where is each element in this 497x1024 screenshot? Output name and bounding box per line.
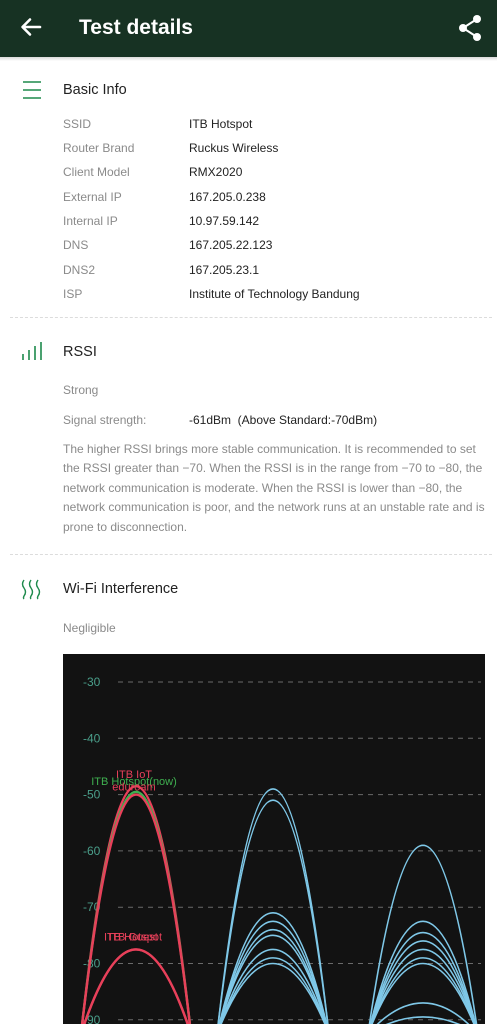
- series-label: eduroam: [112, 782, 155, 794]
- section-divider: [10, 554, 492, 555]
- external-ip-value: 167.205.0.238: [189, 190, 266, 204]
- signal-bars-icon: [22, 342, 42, 360]
- waves-icon: [21, 579, 41, 600]
- router-brand-value: Ruckus Wireless: [189, 141, 279, 155]
- list-icon: [23, 81, 41, 99]
- y-tick-label: -60: [83, 844, 101, 858]
- interference-chart-svg: -30-40-50-60-70-80-90ITB IoTITB Hotspot(…: [80, 675, 481, 1024]
- series-curve: [376, 1002, 470, 1024]
- interference-chart: -30 -40 -50 -60 -70 -80 -90 ITB IoT ITB Hotspot(…: [63, 654, 485, 1024]
- isp-value: Institute of Technology Bandung: [189, 287, 360, 301]
- dns2-label: DNS2: [63, 263, 96, 277]
- series-label: ITB Hotspot: [104, 931, 162, 943]
- external-ip-label: External IP: [63, 190, 122, 204]
- rssi-title: RSSI: [63, 344, 97, 360]
- section-divider: [10, 317, 492, 318]
- router-brand-label: Router Brand: [63, 141, 135, 155]
- signal-strength-value: -61dBm (Above Standard:-70dBm): [189, 413, 378, 427]
- ssid-label: SSID: [63, 117, 92, 131]
- app-bar-shadow: [0, 57, 497, 61]
- dns-value: 167.205.22.123: [189, 238, 273, 252]
- y-tick-label: -50: [83, 788, 101, 802]
- page-title: Test details: [79, 16, 193, 39]
- y-tick-label: -40: [83, 731, 101, 745]
- signal-strength-label: Signal strength:: [63, 413, 147, 427]
- dns2-value: 167.205.23.1: [189, 263, 260, 277]
- series-curve: [217, 788, 329, 1024]
- ssid-value: ITB Hotspot: [189, 117, 253, 131]
- share-icon[interactable]: [457, 14, 483, 42]
- basic-info-title: Basic Info: [63, 82, 127, 98]
- y-tick-label: -30: [83, 675, 101, 689]
- series-curve: [219, 948, 327, 1024]
- client-model-value: RMX2020: [189, 165, 243, 179]
- dns-label: DNS: [63, 238, 89, 252]
- arrow-left-icon[interactable]: [18, 14, 44, 40]
- rssi-status: Strong: [63, 383, 99, 397]
- internal-ip-label: Internal IP: [63, 214, 118, 228]
- isp-label: ISP: [63, 287, 83, 301]
- wifi-interference-title: Wi-Fi Interference: [63, 581, 179, 597]
- y-tick-label: -80: [83, 957, 101, 971]
- interference-status: Negligible: [63, 621, 116, 635]
- rssi-description: The higher RSSI brings more stable commu…: [63, 442, 485, 534]
- app-bar: Test details: [0, 0, 497, 57]
- client-model-label: Client Model: [63, 165, 130, 179]
- internal-ip-value: 10.97.59.142: [189, 214, 260, 228]
